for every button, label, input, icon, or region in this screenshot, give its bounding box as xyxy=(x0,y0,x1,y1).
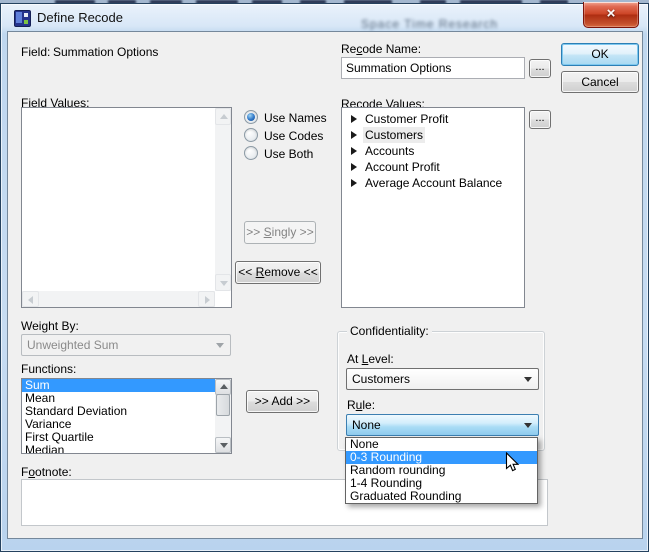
list-item[interactable]: First Quartile xyxy=(22,431,215,444)
list-item[interactable]: Mean xyxy=(22,392,215,405)
radio-use-codes[interactable]: Use Codes xyxy=(244,128,323,144)
field-label: Field: xyxy=(21,45,50,59)
field-value: Summation Options xyxy=(53,45,158,59)
close-icon: × xyxy=(607,5,616,22)
close-button[interactable]: × xyxy=(583,2,639,28)
tree-item[interactable]: Account Profit xyxy=(343,159,523,175)
radio-label: Use Names xyxy=(264,111,327,125)
radio-selected-icon xyxy=(244,110,258,124)
recode-values-browse-button[interactable]: ... xyxy=(529,110,551,129)
tree-item-label: Average Account Balance xyxy=(365,175,502,191)
define-recode-dialog: Define Recode Space Time Research × Fiel… xyxy=(0,3,649,552)
scrollbar-thumb[interactable] xyxy=(216,394,230,416)
list-item[interactable]: Sum xyxy=(22,379,215,392)
recode-name-input[interactable]: Summation Options xyxy=(341,57,525,79)
radio-use-both[interactable]: Use Both xyxy=(244,146,313,162)
field-values-listbox[interactable] xyxy=(21,107,232,308)
scroll-up-button[interactable] xyxy=(215,379,231,395)
dropdown-option[interactable]: Graduated Rounding xyxy=(346,490,537,503)
scroll-down-button[interactable] xyxy=(215,437,231,453)
cancel-button[interactable]: Cancel xyxy=(561,71,639,93)
at-level-label: At Level: xyxy=(347,352,394,366)
recode-values-listbox[interactable]: Customer Profit Customers Accounts Accou… xyxy=(341,107,525,308)
radio-unselected-icon xyxy=(244,146,258,160)
list-item[interactable]: Standard Deviation xyxy=(22,405,215,418)
scroll-up-button xyxy=(215,108,231,125)
recode-name-label: Recode Name: xyxy=(341,42,421,56)
add-button[interactable]: >> Add >> xyxy=(246,390,319,413)
vertical-scrollbar[interactable] xyxy=(215,379,231,453)
tree-expand-icon[interactable] xyxy=(351,179,357,187)
list-item[interactable]: Median xyxy=(22,444,215,453)
tree-expand-icon[interactable] xyxy=(351,163,357,171)
dialog-client-area: Field: Summation Options Recode Name: Su… xyxy=(7,31,643,539)
radio-label: Use Both xyxy=(264,147,313,161)
rule-select[interactable]: None xyxy=(346,414,539,436)
radio-label: Use Codes xyxy=(264,129,323,143)
weight-by-label: Weight By: xyxy=(21,319,79,333)
scroll-down-button xyxy=(215,274,231,291)
chevron-down-icon xyxy=(216,343,224,348)
radio-unselected-icon xyxy=(244,128,258,142)
at-level-value: Customers xyxy=(352,372,410,386)
chevron-down-icon xyxy=(524,423,532,428)
tree-item-label: Account Profit xyxy=(365,159,440,175)
rule-label: Rule: xyxy=(347,398,375,412)
weight-by-select: Unweighted Sum xyxy=(21,334,231,356)
tree-item[interactable]: Customers xyxy=(343,127,523,143)
recode-name-browse-button[interactable]: ... xyxy=(529,59,551,78)
remove-button[interactable]: << Remove << xyxy=(235,261,321,284)
tree-item-label: Customers xyxy=(363,127,425,143)
tree-item-label: Accounts xyxy=(365,143,414,159)
scroll-left-button xyxy=(22,291,39,307)
rule-value: None xyxy=(352,418,381,432)
functions-label: Functions: xyxy=(21,362,76,376)
weight-by-value: Unweighted Sum xyxy=(27,338,118,352)
tree-expand-icon[interactable] xyxy=(351,115,357,123)
ok-button[interactable]: OK xyxy=(561,43,639,66)
vertical-scrollbar xyxy=(215,108,231,291)
app-icon xyxy=(14,10,31,27)
tree-expand-icon[interactable] xyxy=(351,147,357,155)
tree-item[interactable]: Customer Profit xyxy=(343,111,523,127)
horizontal-scrollbar xyxy=(22,291,215,307)
background-window-title: Space Time Research xyxy=(361,17,498,31)
list-item[interactable]: Variance xyxy=(22,418,215,431)
at-level-select[interactable]: Customers xyxy=(346,368,539,390)
tree-item[interactable]: Accounts xyxy=(343,143,523,159)
mouse-cursor xyxy=(505,452,520,473)
screen: Define Recode Space Time Research × Fiel… xyxy=(0,0,649,552)
scroll-right-button xyxy=(198,291,215,307)
chevron-down-icon xyxy=(524,377,532,382)
footnote-label: Footnote: xyxy=(21,465,72,479)
dialog-title: Define Recode xyxy=(37,10,123,25)
title-bar[interactable]: Define Recode Space Time Research × xyxy=(1,4,648,31)
tree-expand-icon[interactable] xyxy=(351,131,357,139)
radio-use-names[interactable]: Use Names xyxy=(244,110,327,126)
singly-button: >> Singly >> xyxy=(244,221,316,244)
functions-listbox[interactable]: Sum Mean Standard Deviation Variance Fir… xyxy=(21,378,232,454)
confidentiality-group-label: Confidentiality: xyxy=(347,324,432,338)
tree-item[interactable]: Average Account Balance xyxy=(343,175,523,191)
tree-item-label: Customer Profit xyxy=(365,111,448,127)
